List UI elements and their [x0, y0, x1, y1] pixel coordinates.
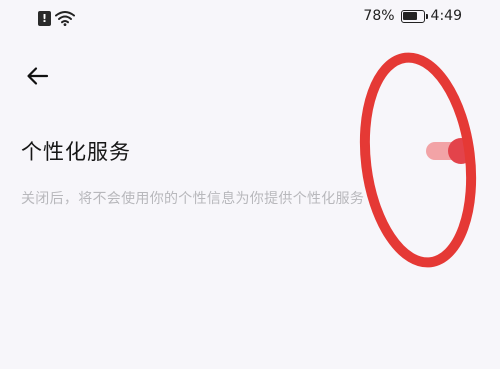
toggle-knob — [448, 138, 474, 164]
clock-time: 4:49 — [430, 8, 462, 24]
wifi-icon — [55, 11, 75, 26]
setting-description: 关闭后，将不会使用你的个性信息为你提供个性化服务 — [21, 191, 365, 207]
status-bar-right: 78% 4:49 — [363, 8, 462, 24]
battery-icon — [400, 9, 428, 23]
status-bar-left: ! — [38, 10, 75, 26]
battery-cap — [425, 13, 428, 19]
sim-alert-icon: ! — [38, 10, 51, 26]
battery-percent: 78% — [363, 8, 395, 24]
setting-title: 个性化服务 — [21, 140, 131, 164]
battery-level-fill — [403, 12, 417, 20]
annotation-circle — [359, 52, 477, 268]
arrow-left-icon — [27, 67, 49, 85]
personalized-service-toggle[interactable] — [424, 138, 476, 164]
back-button[interactable] — [24, 62, 52, 90]
status-bar: ! 78% 4:49 — [0, 0, 500, 36]
